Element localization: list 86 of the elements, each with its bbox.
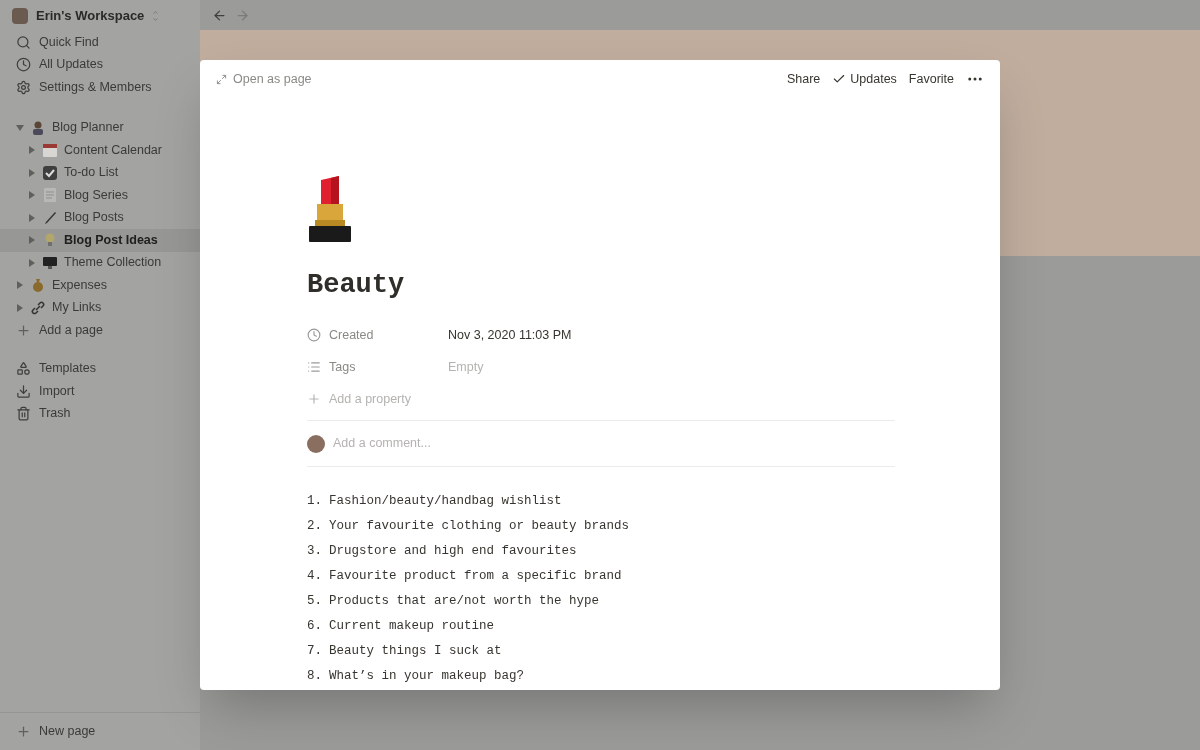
list-number: 7.	[307, 643, 323, 660]
list-item-text: Favourite product from a specific brand	[329, 568, 622, 585]
list-icon	[307, 360, 321, 374]
sidebar-tool-item[interactable]: Templates	[0, 357, 200, 380]
forward-arrow-icon[interactable]	[235, 7, 250, 23]
sidebar-tool-item[interactable]: Import	[0, 380, 200, 403]
sidebar-page-item[interactable]: Content Calendar	[0, 139, 200, 162]
download-icon	[16, 383, 31, 399]
money-bag-icon	[30, 277, 46, 294]
sidebar-page-item[interactable]: Expenses	[0, 274, 200, 297]
sidebar-page-item[interactable]: Theme Collection	[0, 251, 200, 274]
list-number: 3.	[307, 543, 323, 560]
header-action[interactable]: Share	[786, 69, 821, 89]
add-page-button[interactable]: Add a page	[0, 319, 200, 342]
toggle-icon[interactable]	[28, 236, 36, 245]
plus-icon	[16, 724, 31, 739]
page-title: Blog Posts	[64, 209, 124, 227]
list-number: 4.	[307, 568, 323, 585]
comment-field[interactable]: Add a comment...	[333, 434, 895, 453]
sidebar-page-item[interactable]: Blog Series	[0, 184, 200, 207]
list-number: 6.	[307, 618, 323, 635]
check-icon	[832, 72, 847, 86]
toggle-icon[interactable]	[28, 213, 36, 222]
toggle-icon[interactable]	[28, 258, 36, 267]
property-name[interactable]: Tags	[307, 357, 448, 377]
shapes-icon	[16, 361, 31, 377]
lipstick-icon	[307, 176, 353, 242]
open-as-page-button[interactable]: Open as page	[216, 69, 312, 89]
page-title: Content Calendar	[64, 141, 162, 159]
list-item-text: Products that are/not worth the hype	[329, 593, 600, 610]
list-number: 1.	[307, 493, 323, 510]
page-title: Blog Planner	[52, 119, 124, 137]
checkbox-icon	[42, 164, 58, 181]
sidebar-nav-item[interactable]: Quick Find	[0, 31, 200, 54]
header-action[interactable]: Favorite	[908, 69, 954, 89]
list-item-text: What’s in your makeup bag?	[329, 668, 525, 685]
page-title: To-do List	[64, 164, 119, 182]
calendar-icon	[42, 142, 58, 159]
settings-icon	[16, 79, 31, 95]
person-icon	[30, 119, 46, 136]
list-item-text: Your favourite clothing or beauty brands	[329, 518, 630, 535]
page-title: Beauty	[307, 272, 406, 299]
search-icon	[16, 34, 31, 50]
page-title: My Links	[52, 299, 102, 317]
pen-icon	[42, 209, 58, 226]
page-title: Blog Post Ideas	[64, 231, 158, 249]
sidebar-page-item[interactable]: Blog Planner	[0, 116, 200, 139]
sidebar-nav-item[interactable]: All Updates	[0, 53, 200, 76]
expand-icon	[216, 73, 227, 85]
monitor-icon	[42, 254, 58, 271]
page-title: Theme Collection	[64, 254, 162, 272]
toggle-icon[interactable]	[28, 191, 36, 200]
link-icon	[30, 299, 46, 316]
sidebar-page-item[interactable]: My Links	[0, 296, 200, 319]
list-item-text: Drugstore and high end favourites	[329, 543, 577, 560]
header-action[interactable]: Updates	[832, 69, 897, 89]
toggle-icon[interactable]	[28, 168, 36, 177]
list-item-text: Fashion/beauty/handbag wishlist	[329, 493, 562, 510]
clock-icon	[307, 328, 321, 342]
workspace-switcher[interactable]: Erin's Workspace	[0, 0, 200, 31]
toggle-icon[interactable]	[16, 123, 24, 132]
sidebar-nav-item[interactable]: Settings & Members	[0, 76, 200, 99]
sidebar-page-item[interactable]: Blog Posts	[0, 206, 200, 229]
sidebar-tool-item[interactable]: Trash	[0, 402, 200, 425]
avatar-icon	[307, 434, 325, 453]
property-name[interactable]: Created	[307, 325, 448, 345]
page-title: Blog Series	[64, 186, 128, 204]
sidebar-page-item[interactable]: Blog Post Ideas	[0, 229, 200, 252]
toggle-icon[interactable]	[16, 303, 24, 312]
property-value[interactable]: Nov 3, 2020 11:03 PM	[448, 325, 572, 345]
toggle-icon[interactable]	[16, 281, 24, 290]
sidebar-page-item[interactable]: To-do List	[0, 161, 200, 184]
page-title: Expenses	[52, 276, 107, 294]
list-number: 5.	[307, 593, 323, 610]
list-number: 2.	[307, 518, 323, 535]
avatar-icon	[12, 7, 28, 24]
list-item-text: Current makeup routine	[329, 618, 495, 635]
list-number: 8.	[307, 668, 323, 685]
toggle-icon[interactable]	[28, 146, 36, 155]
chevron-up-down-icon	[152, 8, 160, 23]
plus-icon	[16, 322, 31, 338]
clock-icon	[16, 57, 31, 73]
plus-icon	[307, 392, 321, 406]
list-item-text: Beauty things I suck at	[329, 643, 502, 660]
back-arrow-icon[interactable]	[212, 7, 227, 23]
trash-icon	[16, 406, 31, 422]
